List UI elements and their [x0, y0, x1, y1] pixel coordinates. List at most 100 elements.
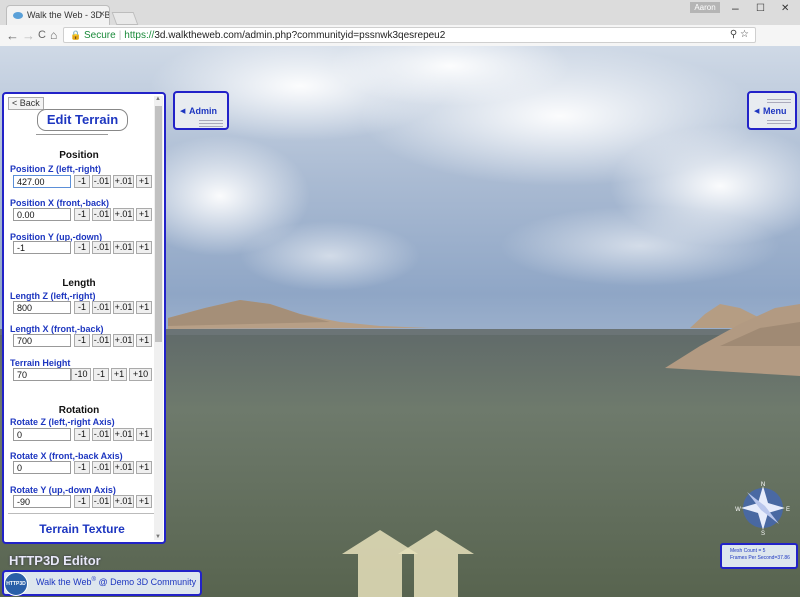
rotate-y-minus1-button[interactable]: -1 [74, 495, 90, 508]
rotate-z-plus1-button[interactable]: +1 [136, 428, 152, 441]
stripe-decoration [199, 123, 223, 124]
position-z-minus01-button[interactable]: -.01 [92, 175, 111, 188]
rotate-y-input[interactable]: -90 [13, 495, 71, 508]
position-z-plus01-button[interactable]: +.01 [113, 175, 134, 188]
url-text: 3d.walktheweb.com/admin.php?communityid=… [154, 30, 446, 41]
rotation-header: Rotation [58, 405, 100, 416]
rotate-y-minus01-button[interactable]: -.01 [92, 495, 111, 508]
rotate-z-minus1-button[interactable]: -1 [74, 428, 90, 441]
compass-n: N [761, 482, 765, 488]
stripe-decoration [767, 102, 791, 103]
rotate-z-input[interactable]: 0 [13, 428, 71, 441]
rotate-x-minus01-button[interactable]: -.01 [92, 461, 111, 474]
menu-label: Menu [763, 106, 787, 116]
terrain-height-minus1-button[interactable]: -1 [93, 368, 109, 381]
position-x-plus1-button[interactable]: +1 [136, 208, 152, 221]
mesh-count: Mesh Count = 5 [730, 548, 766, 554]
bookmark-star-icon[interactable]: ⚲ ☆ [730, 28, 749, 42]
position-y-minus1-button[interactable]: -1 [74, 241, 90, 254]
address-toolbar: ← → C ⌂ 🔒 Secure | https://3d.walktheweb.c… [0, 25, 800, 65]
position-header: Position [59, 150, 99, 161]
rotate-z-label: Rotate Z (left,-right Axis) [10, 417, 115, 427]
terrain-height-plus10-button[interactable]: +10 [129, 368, 152, 381]
panel-scrollbar[interactable]: ▲ ▼ [154, 96, 163, 540]
rotate-x-plus1-button[interactable]: +1 [136, 461, 152, 474]
length-x-minus01-button[interactable]: -.01 [92, 334, 111, 347]
footer-suffix: @ Demo 3D Community [95, 577, 197, 587]
divider [36, 134, 108, 135]
url-prefix: https:// [124, 30, 155, 41]
scroll-up-icon[interactable]: ▲ [155, 96, 161, 102]
position-y-minus01-button[interactable]: -.01 [92, 241, 111, 254]
terrain-height-input[interactable]: 70 [13, 368, 71, 381]
rotate-y-plus01-button[interactable]: +.01 [113, 495, 134, 508]
close-tab-icon[interactable]: × [99, 9, 105, 20]
editor-title: HTTP3D Editor [9, 553, 101, 568]
terrain-height-plus1-button[interactable]: +1 [111, 368, 127, 381]
user-badge[interactable]: Aaron [690, 2, 720, 13]
menu-button[interactable]: ◀ Menu [747, 91, 797, 130]
community-link[interactable]: Walk the Web® @ Demo 3D Community [36, 577, 196, 587]
length-x-minus1-button[interactable]: -1 [74, 334, 90, 347]
length-z-input[interactable]: 800 [13, 301, 71, 314]
length-x-plus01-button[interactable]: +.01 [113, 334, 134, 347]
minimize-icon[interactable]: – [732, 1, 739, 15]
globe-icon [13, 12, 23, 19]
length-x-label: Length X (front,-back) [10, 324, 104, 334]
footer-prefix: Walk the Web [36, 577, 92, 587]
length-x-plus1-button[interactable]: +1 [136, 334, 152, 347]
browser-tab[interactable]: Walk the Web - 3D Buil × [6, 5, 110, 25]
rotate-x-label: Rotate X (front,-back Axis) [10, 451, 123, 461]
scroll-thumb[interactable] [155, 106, 162, 342]
frames-per-second: Frames Per Second=37.86 [730, 555, 790, 561]
position-z-plus1-button[interactable]: +1 [136, 175, 152, 188]
position-z-input[interactable]: 427.00 [13, 175, 71, 188]
terrain-height-minus10-button[interactable]: -10 [71, 368, 91, 381]
http3d-logo[interactable]: HTTP3D [4, 572, 28, 596]
position-y-input[interactable]: -1 [13, 241, 71, 254]
rotate-x-minus1-button[interactable]: -1 [74, 461, 90, 474]
home-icon[interactable]: ⌂ [50, 28, 57, 42]
window-close-icon[interactable]: ✕ [781, 3, 789, 14]
edit-terrain-panel: < Back ▲ ▼ Edit Terrain Position Positio… [2, 92, 166, 544]
rotate-x-input[interactable]: 0 [13, 461, 71, 474]
length-z-minus01-button[interactable]: -.01 [92, 301, 111, 314]
length-z-label: Length Z (left,-right) [10, 291, 96, 301]
forward-arrow-icon[interactable]: → [22, 28, 35, 43]
position-x-plus01-button[interactable]: +.01 [113, 208, 134, 221]
length-z-plus1-button[interactable]: +1 [136, 301, 152, 314]
position-y-plus1-button[interactable]: +1 [136, 241, 152, 254]
position-x-label: Position X (front,-back) [10, 198, 109, 208]
divider [8, 513, 154, 514]
rotate-y-plus1-button[interactable]: +1 [136, 495, 152, 508]
length-z-plus01-button[interactable]: +.01 [113, 301, 134, 314]
back-button[interactable]: < Back [8, 97, 44, 110]
stripe-decoration [199, 120, 223, 121]
new-tab-button[interactable] [111, 12, 139, 25]
rotate-z-plus01-button[interactable]: +.01 [113, 428, 134, 441]
tab-title: Walk the Web - 3D Buil [27, 10, 110, 20]
length-x-input[interactable]: 700 [13, 334, 71, 347]
edit-terrain-title[interactable]: Edit Terrain [37, 109, 128, 131]
position-x-minus1-button[interactable]: -1 [74, 208, 90, 221]
caret-left-icon: ◀ [180, 108, 186, 115]
length-header: Length [62, 278, 96, 289]
maximize-icon[interactable]: ☐ [756, 3, 765, 14]
compass-s: S [761, 531, 765, 537]
length-z-minus1-button[interactable]: -1 [74, 301, 90, 314]
position-y-plus01-button[interactable]: +.01 [113, 241, 134, 254]
reload-icon[interactable]: C [38, 29, 46, 41]
rotate-y-label: Rotate Y (up,-down Axis) [10, 485, 116, 495]
position-z-minus1-button[interactable]: -1 [74, 175, 90, 188]
rotate-x-plus01-button[interactable]: +.01 [113, 461, 134, 474]
position-x-minus01-button[interactable]: -.01 [92, 208, 111, 221]
terrain-texture-header[interactable]: Terrain Texture [8, 522, 156, 536]
back-arrow-icon[interactable]: ← [6, 28, 19, 43]
admin-label: Admin [189, 106, 217, 116]
rotate-z-minus01-button[interactable]: -.01 [92, 428, 111, 441]
stats-box: Mesh Count = 5 Frames Per Second=37.86 [720, 543, 798, 569]
admin-button[interactable]: ◀ Admin [173, 91, 229, 130]
position-x-input[interactable]: 0.00 [13, 208, 71, 221]
address-bar[interactable]: 🔒 Secure | https://3d.walktheweb.com/admin… [63, 27, 756, 43]
tab-strip: Walk the Web - 3D Buil × Aaron – ☐ ✕ [0, 0, 800, 25]
